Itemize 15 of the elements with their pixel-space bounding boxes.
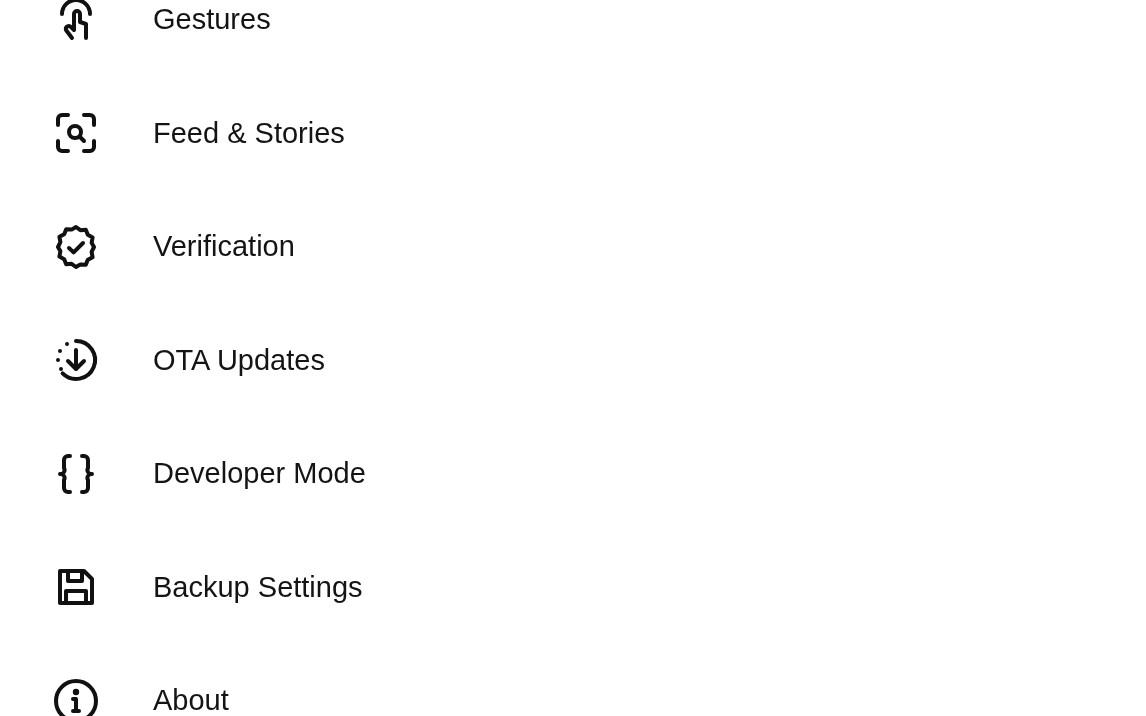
settings-item[interactable]: Backup Settings — [52, 530, 1146, 644]
item-label: Verification — [153, 230, 295, 264]
settings-item[interactable]: About — [52, 644, 1146, 716]
settings-item[interactable]: Developer Mode — [52, 417, 1146, 531]
item-label: Feed & Stories — [153, 116, 345, 150]
item-label: Backup Settings — [153, 570, 363, 604]
settings-item[interactable]: Feed & Stories — [52, 76, 1146, 190]
item-label: OTA Updates — [153, 343, 325, 377]
settings-item[interactable]: Gestures — [52, 0, 1146, 77]
item-label: About — [153, 684, 229, 716]
info-icon — [52, 676, 100, 716]
settings-item[interactable]: OTA Updates — [52, 303, 1146, 417]
settings-item[interactable]: Verification — [52, 190, 1146, 304]
item-label: Gestures — [153, 3, 271, 37]
item-label: Developer Mode — [153, 457, 366, 491]
